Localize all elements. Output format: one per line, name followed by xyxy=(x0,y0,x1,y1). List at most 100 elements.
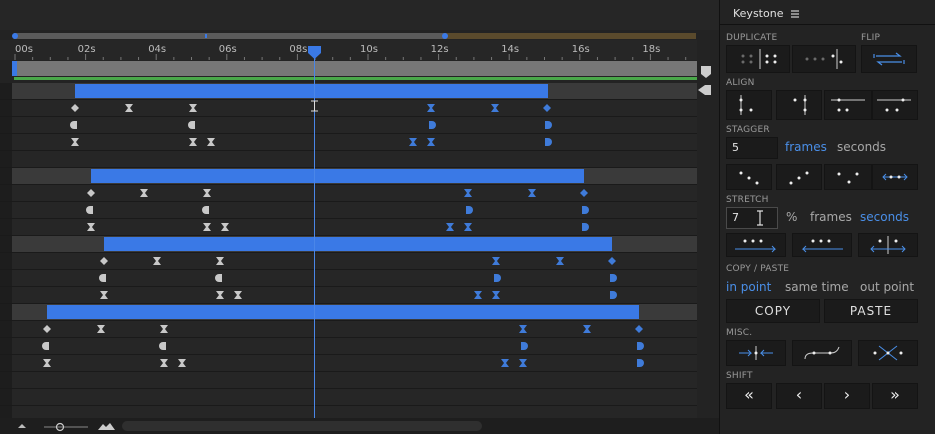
flip-arrows-icon xyxy=(873,52,905,66)
layer-duration-bar[interactable] xyxy=(91,169,584,183)
layer-row[interactable] xyxy=(0,134,697,150)
hamburger-menu-icon[interactable] xyxy=(789,6,803,20)
stagger-seconds-option[interactable]: seconds xyxy=(837,140,886,154)
double-chevron-right-icon: » xyxy=(890,385,900,404)
align-bottom-icon xyxy=(877,98,911,112)
stretch-expand-button[interactable] xyxy=(726,233,786,257)
stretch-value: 7 xyxy=(732,211,739,224)
shift-prev-button[interactable]: ‹ xyxy=(776,383,822,409)
section-flip-label: FLIP xyxy=(861,33,881,43)
layer-row[interactable] xyxy=(0,151,697,167)
marker-icon[interactable] xyxy=(701,66,711,78)
stagger-frames-option[interactable]: frames xyxy=(785,140,827,154)
ruler-label: 18s xyxy=(642,44,660,55)
layer-row[interactable] xyxy=(0,100,697,116)
ruler-label: 14s xyxy=(501,44,519,55)
chevron-right-icon: › xyxy=(843,385,851,404)
stretch-center-button[interactable] xyxy=(858,233,918,257)
row-gutter xyxy=(0,389,12,405)
navigator-bar[interactable] xyxy=(14,33,446,39)
layer-row[interactable] xyxy=(0,355,697,371)
section-stagger-label: STAGGER xyxy=(726,125,770,135)
layer-duration-bar[interactable] xyxy=(47,305,639,319)
layer-duration-bar[interactable] xyxy=(104,237,612,251)
timeline-panel: 00s 02s 04s 06s 08s 10s 12s 14s 16s 18s xyxy=(0,0,719,434)
stagger-spread-button[interactable] xyxy=(872,164,918,190)
duplicate-sequence-button[interactable] xyxy=(792,45,856,73)
layer-row[interactable] xyxy=(0,372,697,388)
render-status-bar xyxy=(14,77,697,80)
comp-marker-icon[interactable] xyxy=(698,85,711,95)
paste-button[interactable]: PASTE xyxy=(824,299,918,323)
layer-row[interactable] xyxy=(0,338,697,354)
row-gutter xyxy=(0,151,12,167)
row-gutter xyxy=(0,185,12,201)
stretch-expand-icon xyxy=(735,239,777,253)
copy-in-point-option[interactable]: in point xyxy=(726,280,771,294)
stretch-contract-icon xyxy=(801,239,843,253)
duplicate-stacked-button[interactable] xyxy=(726,45,790,73)
time-ruler[interactable] xyxy=(0,40,697,60)
shift-next-button[interactable]: › xyxy=(824,383,870,409)
layer-row[interactable] xyxy=(0,219,697,235)
double-chevron-left-icon: « xyxy=(744,385,754,404)
navigator-end-handle[interactable] xyxy=(442,33,448,39)
navigator-bar-end xyxy=(446,33,696,39)
row-gutter xyxy=(0,372,12,388)
align-left-button[interactable] xyxy=(726,90,772,120)
align-right-icon xyxy=(793,95,807,115)
chevron-left-icon: ‹ xyxy=(795,385,803,404)
shift-first-button[interactable]: « xyxy=(726,383,772,409)
row-gutter xyxy=(0,321,12,337)
stretch-frames-option[interactable]: frames xyxy=(810,210,852,224)
align-top-button[interactable] xyxy=(824,90,872,120)
row-gutter xyxy=(0,287,12,303)
duplicate-sequence-icon xyxy=(805,49,843,69)
row-gutter xyxy=(0,117,12,133)
work-area-bar[interactable] xyxy=(14,61,697,76)
misc-delete-button[interactable] xyxy=(858,340,918,366)
layer-duration-bar[interactable] xyxy=(75,84,548,98)
stretch-contract-button[interactable] xyxy=(792,233,852,257)
copy-same-time-option[interactable]: same time xyxy=(785,280,849,294)
align-bottom-button[interactable] xyxy=(872,90,918,120)
misc-curve-button[interactable] xyxy=(792,340,852,366)
layer-row[interactable] xyxy=(0,185,697,201)
timeline-canvas: 00s 02s 04s 06s 08s 10s 12s 14s 16s 18s xyxy=(0,0,719,434)
stagger-random-button[interactable] xyxy=(824,164,872,190)
stagger-down-button[interactable] xyxy=(726,164,772,190)
row-gutter xyxy=(0,168,12,184)
text-cursor-icon xyxy=(757,210,763,226)
stagger-down-icon xyxy=(739,171,759,185)
layer-row[interactable] xyxy=(0,202,697,218)
stagger-value-input[interactable]: 5 xyxy=(726,137,778,159)
horizontal-scrollbar[interactable] xyxy=(122,421,482,431)
ruler-label: 16s xyxy=(572,44,590,55)
cross-keys-icon xyxy=(873,345,903,361)
misc-collapse-button[interactable] xyxy=(726,340,786,366)
section-copy-paste-label: COPY / PASTE xyxy=(726,264,790,274)
stretch-seconds-option[interactable]: seconds xyxy=(860,210,909,224)
ruler-label: 08s xyxy=(289,44,307,55)
layer-row[interactable] xyxy=(0,117,697,133)
stretch-percent-option[interactable]: % xyxy=(786,210,797,224)
shift-last-button[interactable]: » xyxy=(872,383,918,409)
row-gutter xyxy=(0,202,12,218)
copy-button-label: COPY xyxy=(754,304,792,318)
stagger-random-icon xyxy=(837,172,859,184)
copy-button[interactable]: COPY xyxy=(726,299,820,323)
layer-row[interactable] xyxy=(0,321,697,337)
work-area-start[interactable] xyxy=(12,61,17,76)
flip-button[interactable] xyxy=(861,45,917,73)
copy-out-point-option[interactable]: out point xyxy=(860,280,914,294)
layer-row[interactable] xyxy=(0,389,697,405)
stretch-center-icon xyxy=(870,236,906,254)
row-gutter xyxy=(0,253,12,269)
row-gutter xyxy=(0,304,12,320)
stretch-value-input[interactable]: 7 xyxy=(726,207,778,229)
align-right-button[interactable] xyxy=(776,90,822,120)
duplicate-stacked-icon xyxy=(741,49,777,69)
stagger-up-button[interactable] xyxy=(776,164,822,190)
ruler-label: 00s xyxy=(15,44,33,55)
navigator-start-handle[interactable] xyxy=(12,33,18,39)
